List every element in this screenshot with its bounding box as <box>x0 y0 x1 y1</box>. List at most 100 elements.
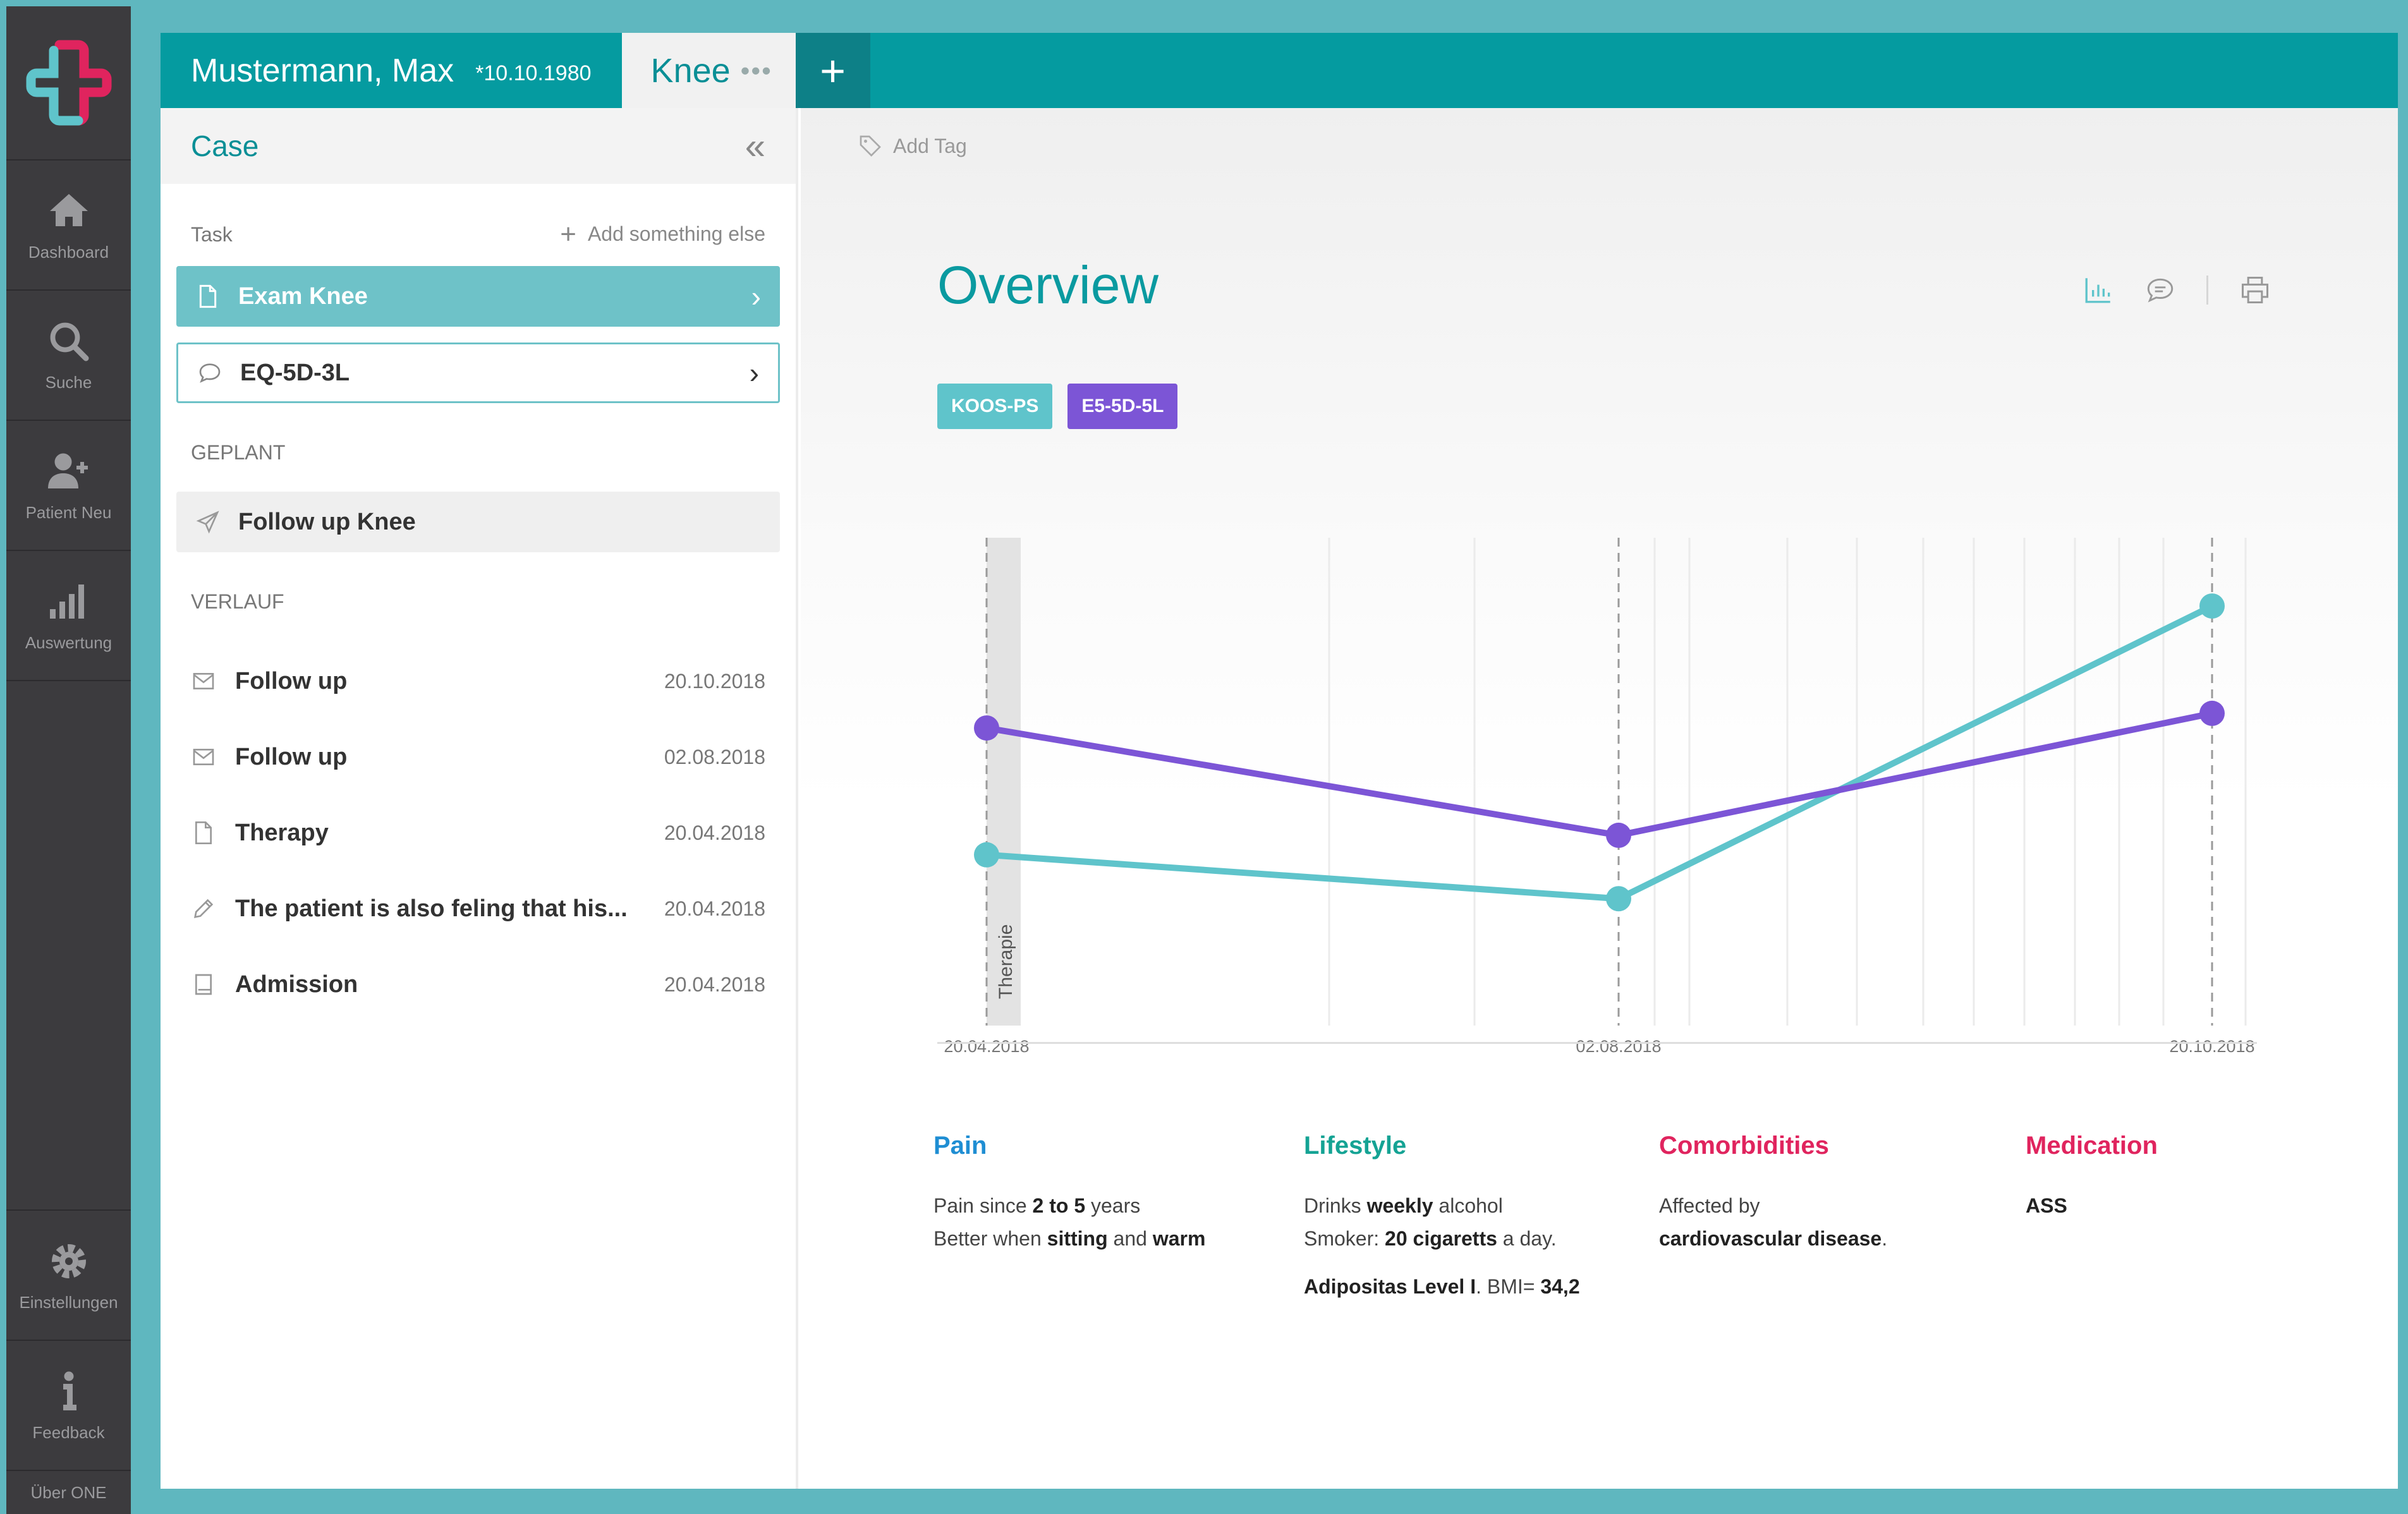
history-date: 20.04.2018 <box>664 897 765 920</box>
info-text: alcohol <box>1433 1194 1503 1217</box>
nav-label: Patient Neu <box>25 502 112 522</box>
add-something-label: Add something else <box>587 222 765 245</box>
planned-follow-up-knee[interactable]: Follow up Knee <box>176 492 780 552</box>
data-point <box>974 842 999 868</box>
patient-dob: *10.10.1980 <box>475 61 592 85</box>
info-heading: Comorbidities <box>1659 1132 1829 1160</box>
nav-analytics[interactable]: Auswertung <box>6 551 131 681</box>
history-item[interactable]: Admission 20.04.2018 <box>161 947 796 1022</box>
history-title: Follow up <box>235 743 348 770</box>
x-tick-label: 20.10.2018 <box>2169 1037 2254 1056</box>
info-text: . BMI= <box>1476 1275 1541 1298</box>
document-icon <box>195 821 212 844</box>
data-point <box>974 715 999 741</box>
collapse-icon[interactable]: « <box>745 125 765 167</box>
history-date: 20.10.2018 <box>664 669 765 693</box>
score-chips: KOOS-PS E5-5D-5L <box>937 384 1178 429</box>
score-chart: Therapie 20.04.2018 02.08.2018 20.10.2018 <box>937 449 2302 1056</box>
print-icon[interactable] <box>2239 274 2271 306</box>
chip-e5-5d-5l[interactable]: E5-5D-5L <box>1067 384 1178 429</box>
chip-koos-ps[interactable]: KOOS-PS <box>937 384 1053 429</box>
data-point <box>2199 593 2225 619</box>
document-icon <box>199 284 217 308</box>
tab-bar: Mustermann, Max *10.10.1980 Knee ••• + <box>161 33 2398 108</box>
info-heading: Pain <box>933 1132 987 1160</box>
add-tag-button[interactable]: Add Tag <box>858 133 967 159</box>
chevron-right-icon: › <box>751 280 761 313</box>
info-line: Affected by <box>1659 1189 1887 1222</box>
app-logo[interactable] <box>6 6 131 160</box>
page-title: Overview <box>937 255 1159 315</box>
info-text: a day. <box>1497 1227 1557 1250</box>
info-text: weekly <box>1366 1194 1433 1217</box>
x-tick-label: 02.08.2018 <box>1576 1037 1661 1056</box>
mail-icon <box>193 749 214 765</box>
case-header: Case « <box>161 108 796 184</box>
history-title: Admission <box>235 971 358 998</box>
patient-tab[interactable]: Mustermann, Max *10.10.1980 <box>161 33 622 108</box>
tag-bar: Add Tag <box>801 108 2398 184</box>
history-title: The patient is also feling that his... <box>235 895 628 922</box>
data-point <box>1606 822 1631 848</box>
nav-feedback[interactable]: Feedback <box>6 1340 131 1470</box>
history-title: Therapy <box>235 819 329 846</box>
tab-label: Knee <box>650 51 731 90</box>
info-line: ASS <box>2026 1189 2158 1222</box>
nav-label: Suche <box>45 372 92 392</box>
task-label: Exam Knee <box>238 282 368 310</box>
history-label: VERLAUF <box>191 590 284 613</box>
info-text: . <box>1882 1227 1888 1250</box>
chart-icon[interactable] <box>2083 274 2114 306</box>
add-something-else-button[interactable]: + Add something else <box>560 219 765 250</box>
task-eq5d3l[interactable]: EQ-5D-3L › <box>176 342 780 403</box>
task-exam-knee[interactable]: Exam Knee › <box>176 266 780 327</box>
info-line: Smoker: 20 cigaretts a day. <box>1304 1222 1580 1255</box>
history-item[interactable]: Follow up 20.10.2018 <box>161 643 796 719</box>
nav-search[interactable]: Suche <box>6 291 131 421</box>
chat-icon <box>199 363 221 383</box>
info-col-comorbidities: Comorbidities Affected by cardiovascular d… <box>1659 1132 1887 1255</box>
about-link[interactable]: Über ONE <box>6 1470 131 1514</box>
info-line: cardiovascular disease. <box>1659 1222 1887 1255</box>
x-tick-label: 20.04.2018 <box>944 1037 1029 1056</box>
task-label: EQ-5D-3L <box>240 359 350 386</box>
history-item[interactable]: Follow up 02.08.2018 <box>161 719 796 795</box>
mail-icon <box>193 673 214 689</box>
history-date: 02.08.2018 <box>664 745 765 768</box>
history-list: Follow up 20.10.2018 Follow up 02.08.201… <box>161 643 796 1022</box>
app-sidebar: Dashboard Suche Patient Neu Auswertung E… <box>0 0 131 1514</box>
task-header: Task + Add something else <box>161 203 796 266</box>
info-columns: Pain Pain since 2 to 5 years Better when s… <box>933 1132 2324 1384</box>
line-chart: Therapie 20.04.2018 02.08.2018 20.10.2018 <box>944 538 2255 1056</box>
nav-label: Dashboard <box>28 242 109 262</box>
info-text: 2 to 5 <box>1032 1194 1086 1217</box>
pencil-icon <box>193 899 214 919</box>
add-tab-button[interactable]: + <box>795 33 870 108</box>
info-col-pain: Pain Pain since 2 to 5 years Better when s… <box>933 1132 1205 1255</box>
chevron-right-icon: › <box>749 356 759 389</box>
info-text: Pain since <box>933 1194 1033 1217</box>
nav-new-patient[interactable]: Patient Neu <box>6 421 131 551</box>
case-panel: Case « Task + Add something else Exam Kne… <box>161 108 798 1489</box>
tab-menu-icon[interactable]: ••• <box>741 56 772 86</box>
nav-dashboard[interactable]: Dashboard <box>6 160 131 291</box>
nav-label: Einstellungen <box>19 1292 118 1312</box>
info-text: and <box>1107 1227 1153 1250</box>
history-title: Follow up <box>235 667 348 694</box>
info-text: Adipositas Level I <box>1304 1275 1476 1298</box>
tab-knee[interactable]: Knee ••• <box>621 33 796 108</box>
series-line-1 <box>986 710 2213 839</box>
comment-icon[interactable] <box>2144 274 2176 306</box>
info-text: 20 cigaretts <box>1385 1227 1497 1250</box>
history-item[interactable]: The patient is also feling that his... 2… <box>161 871 796 947</box>
info-text: cardiovascular disease <box>1659 1227 1882 1250</box>
nav-settings[interactable]: Einstellungen <box>6 1209 131 1340</box>
info-text: ASS <box>2026 1194 2067 1217</box>
history-date: 20.04.2018 <box>664 972 765 996</box>
history-date: 20.04.2018 <box>664 821 765 844</box>
case-title: Case <box>191 130 259 162</box>
toolbar-divider <box>2206 276 2208 305</box>
nav-label: Auswertung <box>25 633 112 652</box>
history-item[interactable]: Therapy 20.04.2018 <box>161 795 796 871</box>
overview-content: Add Tag Overview KOOS-PS E5-5D-5L Therap… <box>801 108 2398 1489</box>
